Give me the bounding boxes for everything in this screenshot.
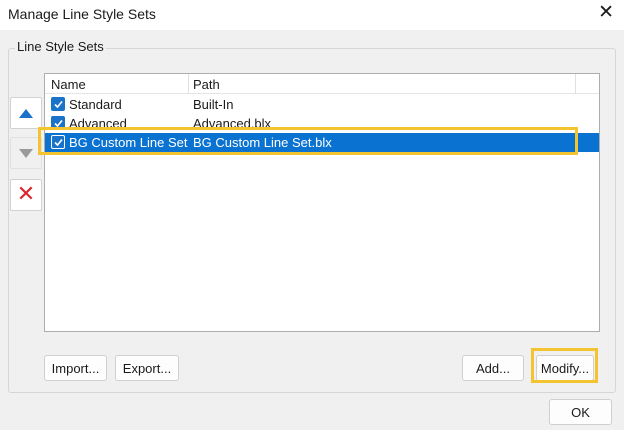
row-path: Built-In: [193, 97, 234, 112]
column-divider[interactable]: [188, 74, 189, 94]
ok-button[interactable]: OK: [549, 399, 612, 425]
move-up-button[interactable]: [10, 97, 42, 129]
list-item[interactable]: Standard Built-In: [45, 95, 599, 114]
add-button[interactable]: Add...: [462, 355, 524, 381]
column-header-path[interactable]: Path: [193, 77, 220, 92]
arrow-up-icon: [19, 108, 33, 118]
row-name: Standard: [69, 97, 122, 112]
arrow-down-icon: [19, 148, 33, 158]
red-x-icon: ✕: [16, 182, 36, 207]
import-button[interactable]: Import...: [44, 355, 107, 381]
close-icon[interactable]: ✕: [598, 3, 614, 22]
group-label: Line Style Sets: [15, 39, 106, 54]
column-divider[interactable]: [575, 74, 576, 94]
selected-row-highlight: [38, 127, 578, 155]
window-title: Manage Line Style Sets: [8, 6, 156, 22]
check-icon: [54, 100, 63, 109]
line-style-sets-group: Line Style Sets ✕ Name Path Standard Bui…: [8, 39, 616, 393]
list-header: Name Path: [45, 74, 599, 94]
export-button[interactable]: Export...: [115, 355, 179, 381]
title-bar: Manage Line Style Sets ✕: [0, 0, 624, 30]
checkbox[interactable]: [51, 97, 65, 111]
remove-button[interactable]: ✕: [10, 179, 42, 211]
column-header-name[interactable]: Name: [51, 77, 86, 92]
line-style-list[interactable]: Name Path Standard Built-In Advanced Adv…: [44, 73, 600, 332]
modify-button-highlight: [531, 348, 598, 383]
